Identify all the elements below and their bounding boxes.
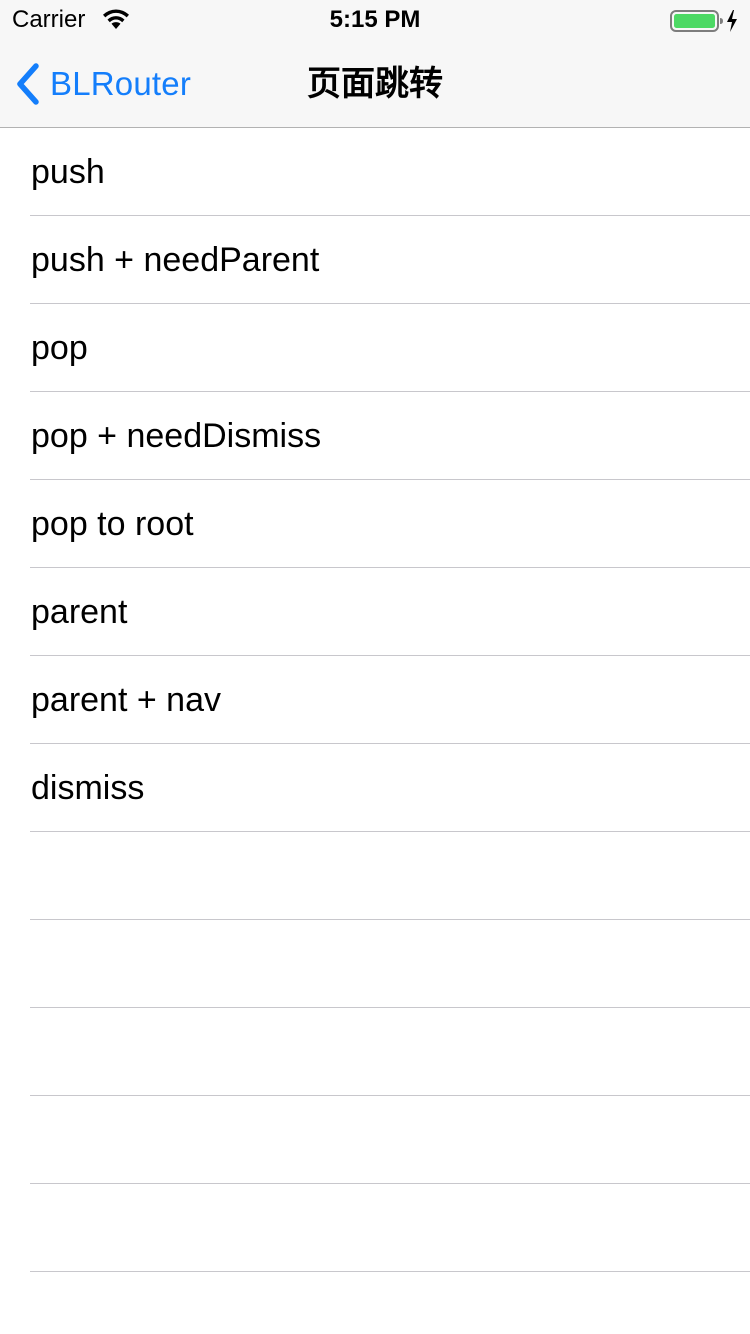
table-row-empty — [0, 1008, 750, 1096]
table-row-empty — [0, 1272, 750, 1334]
row-label: pop to root — [31, 505, 194, 543]
status-time: 5:15 PM — [329, 6, 421, 33]
screen: Carrier 5:15 PM BLRouter 页面跳转 push push … — [0, 0, 750, 1334]
table-row-parent[interactable]: parent — [0, 568, 750, 656]
row-label: push + needParent — [31, 241, 320, 279]
page-title: 页面跳转 — [307, 65, 443, 103]
table-row-push-need-parent[interactable]: push + needParent — [0, 216, 750, 304]
navigation-bar: BLRouter 页面跳转 — [0, 40, 750, 128]
table-row-empty — [0, 920, 750, 1008]
table-row-empty — [0, 832, 750, 920]
row-label: dismiss — [31, 769, 145, 807]
row-label: pop + needDismiss — [31, 417, 322, 455]
row-label: parent + nav — [31, 681, 221, 719]
table-row-pop-need-dismiss[interactable]: pop + needDismiss — [0, 392, 750, 480]
table-row-empty — [0, 1184, 750, 1272]
row-label: pop — [31, 329, 88, 367]
table-row-pop[interactable]: pop — [0, 304, 750, 392]
table-row-empty — [0, 1096, 750, 1184]
battery-charging-icon — [670, 10, 737, 32]
table-view[interactable]: push push + needParent pop pop + needDis… — [0, 128, 750, 1334]
table-row-parent-nav[interactable]: parent + nav — [0, 656, 750, 744]
row-label: push — [31, 153, 105, 191]
table-row-pop-to-root[interactable]: pop to root — [0, 480, 750, 568]
status-bar: Carrier 5:15 PM — [0, 0, 750, 40]
table-row-dismiss[interactable]: dismiss — [0, 744, 750, 832]
row-label: parent — [31, 593, 128, 631]
table-row-push[interactable]: push — [0, 128, 750, 216]
